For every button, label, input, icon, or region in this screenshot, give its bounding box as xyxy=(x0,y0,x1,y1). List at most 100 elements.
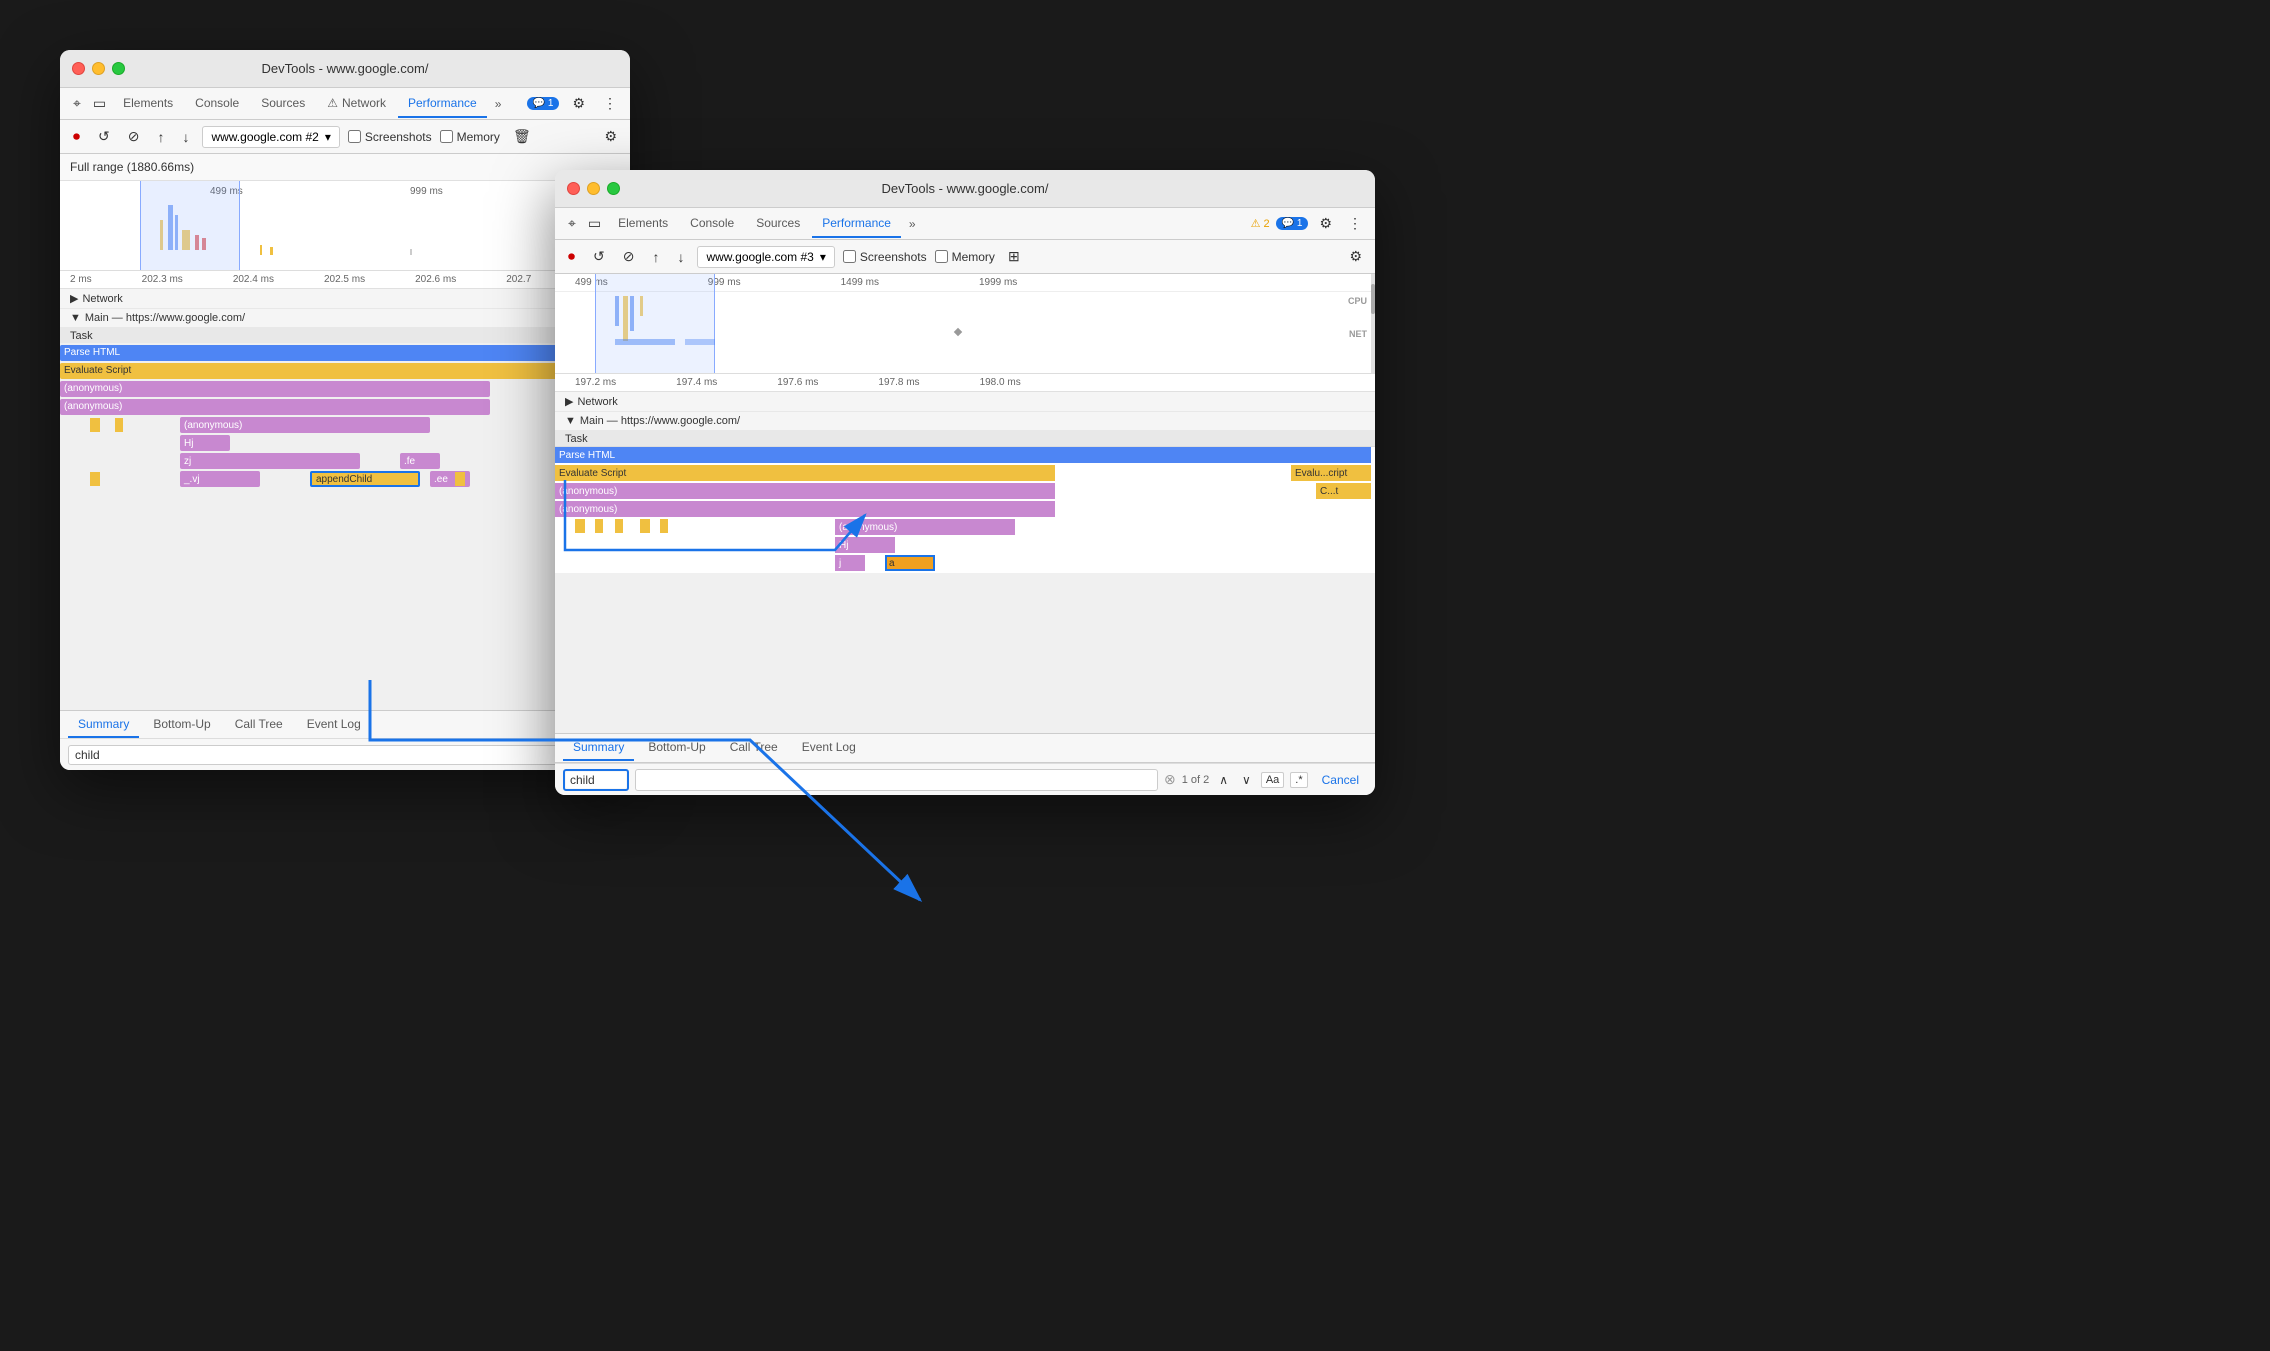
screenshots-check-1[interactable] xyxy=(348,130,361,143)
url-selector-2[interactable]: www.google.com #3 ▾ xyxy=(697,246,834,268)
screenshots-check-2[interactable] xyxy=(843,250,856,263)
nav-down-btn-2[interactable]: ∨ xyxy=(1238,771,1255,789)
tab-summary-1[interactable]: Summary xyxy=(68,712,139,738)
minimize-button-1[interactable] xyxy=(92,62,105,75)
cancel-btn-2[interactable]: Cancel xyxy=(1314,770,1367,790)
j-bar-2[interactable]: j xyxy=(835,555,865,571)
reload-btn-2[interactable]: ↺ xyxy=(588,245,610,268)
record-btn-1[interactable]: ⏺ xyxy=(68,125,85,148)
network-section-1[interactable]: ▶ Network xyxy=(60,289,630,309)
mobile-icon-2[interactable]: ▭ xyxy=(583,212,606,235)
tab-summary-2[interactable]: Summary xyxy=(563,735,634,761)
vj-bar-1[interactable]: _.vj xyxy=(180,471,260,487)
tab-sources-2[interactable]: Sources xyxy=(746,210,810,238)
eval-script-row-1[interactable]: Evaluate Script xyxy=(60,362,630,380)
screenshots-checkbox-2[interactable]: Screenshots xyxy=(843,250,927,264)
anon-row-2a[interactable]: (anonymous) C...t xyxy=(555,483,1375,501)
nav-up-btn-2[interactable]: ∧ xyxy=(1215,771,1232,789)
hj-bar-2[interactable]: Hj xyxy=(835,537,895,553)
tab-calltree-2[interactable]: Call Tree xyxy=(720,735,788,761)
parse-html-row-2[interactable]: Parse HTML xyxy=(555,447,1375,465)
fe-bar-1[interactable]: .fe xyxy=(400,453,440,469)
tab-console-1[interactable]: Console xyxy=(185,90,249,118)
search-inner-2[interactable] xyxy=(566,772,626,788)
search-rest-2[interactable] xyxy=(635,769,1158,791)
search-input-2[interactable] xyxy=(570,773,622,787)
more-icon-1[interactable]: ⋮ xyxy=(598,92,622,115)
close-button-2[interactable] xyxy=(567,182,580,195)
download-btn-2[interactable]: ↓ xyxy=(672,246,689,268)
delete-btn-2[interactable]: ⊞ xyxy=(1003,245,1025,268)
settings-icon-1[interactable]: ⚙ xyxy=(567,92,590,115)
anon-bar-1c[interactable]: (anonymous) xyxy=(180,417,430,433)
timeline-area-1[interactable]: 499 ms 999 ms xyxy=(60,181,630,271)
hj-bar-1[interactable]: Hj xyxy=(180,435,230,451)
scrollbar-thumb-2[interactable] xyxy=(1371,284,1375,314)
anon-bar-2a[interactable]: (anonymous) xyxy=(555,483,1055,499)
eval-script-bar-1[interactable]: Evaluate Script xyxy=(60,363,630,379)
settings-icon-2[interactable]: ⚙ xyxy=(1314,212,1337,235)
anon-row-1b[interactable]: (anonymous) xyxy=(60,398,630,416)
tab-eventlog-2[interactable]: Event Log xyxy=(792,735,866,761)
timeline-area-2[interactable]: 499 ms 999 ms 1499 ms 1999 ms CPU NET xyxy=(555,274,1375,374)
memory-check-1[interactable] xyxy=(440,130,453,143)
eval-script-bar-2b[interactable]: Evalu...cript xyxy=(1291,465,1371,481)
upload-btn-2[interactable]: ↑ xyxy=(647,246,664,268)
dot-btn-2[interactable]: .* xyxy=(1290,772,1307,788)
search-clear-2[interactable]: ⊗ xyxy=(1164,771,1176,788)
tab-console-2[interactable]: Console xyxy=(680,210,744,238)
minimize-button-2[interactable] xyxy=(587,182,600,195)
tab-eventlog-1[interactable]: Event Log xyxy=(297,712,371,738)
memory-checkbox-2[interactable]: Memory xyxy=(935,250,995,264)
clear-btn-1[interactable]: ⊘ xyxy=(123,125,145,148)
download-btn-1[interactable]: ↓ xyxy=(177,126,194,148)
tab-more-2[interactable]: » xyxy=(903,213,922,235)
eval-script-bar-2[interactable]: Evaluate Script xyxy=(555,465,1055,481)
cursor-icon[interactable]: ⌖ xyxy=(68,92,86,115)
timeline-selection-2[interactable] xyxy=(595,274,715,373)
main-section-1[interactable]: ▼ Main — https://www.google.com/ xyxy=(60,309,630,328)
reload-btn-1[interactable]: ↺ xyxy=(93,125,115,148)
search-wrapper-1[interactable]: ⊗ xyxy=(68,745,598,765)
timeline-selection-1[interactable] xyxy=(140,181,240,270)
tab-performance-1[interactable]: Performance xyxy=(398,90,487,118)
network-section-2[interactable]: ▶ Network xyxy=(555,392,1375,412)
eval-script-row-2[interactable]: Evaluate Script Evalu...cript xyxy=(555,465,1375,483)
delete-btn-1[interactable]: 🗑 xyxy=(508,125,536,148)
search-input-1[interactable] xyxy=(75,748,581,762)
upload-btn-1[interactable]: ↑ xyxy=(152,126,169,148)
tab-network-1[interactable]: ⚠ www.google.com #2 Network xyxy=(317,90,396,118)
tab-calltree-1[interactable]: Call Tree xyxy=(225,712,293,738)
more-icon-2[interactable]: ⋮ xyxy=(1343,212,1367,235)
record-btn-2[interactable]: ⏺ xyxy=(563,245,580,268)
search-outline-2[interactable] xyxy=(563,769,629,791)
cursor-icon-2[interactable]: ⌖ xyxy=(563,212,581,235)
tab-elements-2[interactable]: Elements xyxy=(608,210,678,238)
parse-html-bar-2[interactable]: Parse HTML xyxy=(555,447,1371,463)
tab-elements-1[interactable]: Elements xyxy=(113,90,183,118)
anon-bar-1b[interactable]: (anonymous) xyxy=(60,399,490,415)
parse-html-row-1[interactable]: Parse HTML xyxy=(60,344,630,362)
tab-bottomup-1[interactable]: Bottom-Up xyxy=(143,712,220,738)
anon-row-1a[interactable]: (anonymous) xyxy=(60,380,630,398)
memory-check-2[interactable] xyxy=(935,250,948,263)
settings-perf-2[interactable]: ⚙ xyxy=(1344,245,1367,268)
parse-html-bar-1[interactable]: Parse HTML xyxy=(60,345,630,361)
zj-bar-1[interactable]: zj xyxy=(180,453,360,469)
appendchild-bar-1[interactable]: appendChild xyxy=(310,471,420,487)
tab-more-1[interactable]: » xyxy=(489,93,508,115)
maximize-button-1[interactable] xyxy=(112,62,125,75)
anon-bar-2b[interactable]: (anonymous) xyxy=(555,501,1055,517)
main-section-2[interactable]: ▼ Main — https://www.google.com/ xyxy=(555,412,1375,431)
memory-checkbox-1[interactable]: Memory xyxy=(440,130,500,144)
screenshots-checkbox-1[interactable]: Screenshots xyxy=(348,130,432,144)
close-button-1[interactable] xyxy=(72,62,85,75)
ct-bar-2[interactable]: C...t xyxy=(1316,483,1371,499)
anon-bar-1a[interactable]: (anonymous) xyxy=(60,381,490,397)
aa-btn-2[interactable]: Aa xyxy=(1261,772,1284,788)
anon-bar-2c[interactable]: (anonymous) xyxy=(835,519,1015,535)
settings-perf-1[interactable]: ⚙ xyxy=(599,125,622,148)
a-bar-2[interactable]: a xyxy=(885,555,935,571)
mobile-icon[interactable]: ▭ xyxy=(88,92,111,115)
tab-sources-1[interactable]: Sources xyxy=(251,90,315,118)
